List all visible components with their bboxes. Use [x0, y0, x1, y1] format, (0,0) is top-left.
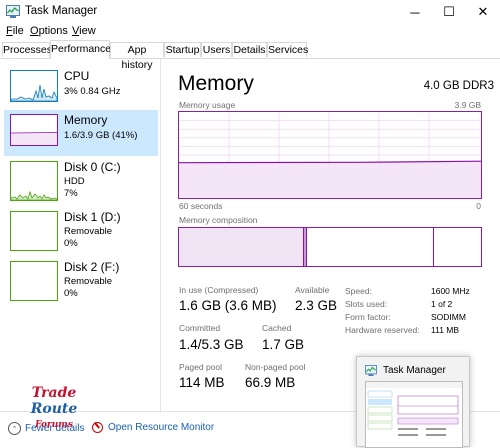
memory-thumbnail-graph	[10, 114, 58, 146]
composition-standby	[307, 228, 434, 266]
disk-2-usage: 0%	[64, 288, 78, 299]
tab-strip: Processes Performance App history Startu…	[0, 40, 500, 71]
disk-1-type: Removable	[64, 226, 113, 237]
disk-0-thumbnail-graph	[10, 161, 58, 201]
disk-0-usage: 7%	[64, 188, 78, 199]
tab-startup[interactable]: Startup	[164, 42, 201, 57]
sidebar-item-disk-2[interactable]: Disk 2 (F:) Removable 0%	[4, 257, 158, 303]
slots-used-value: 1 of 2	[431, 299, 453, 309]
memory-usage-graph	[178, 111, 482, 199]
paged-pool-label: Paged pool	[179, 362, 223, 372]
sidebar-item-label: Memory	[64, 113, 108, 127]
disk-2-type: Removable	[64, 276, 113, 287]
available-label: Available	[295, 285, 330, 295]
paged-pool-value: 114 MB	[179, 375, 225, 390]
non-paged-pool-value: 66.9 MB	[245, 375, 296, 390]
disk-1-usage: 0%	[64, 238, 78, 249]
composition-in-use	[179, 228, 304, 266]
tab-details[interactable]: Details	[232, 42, 267, 57]
menu-file[interactable]: File	[6, 25, 24, 37]
memory-usage-max: 3.9 GB	[454, 100, 481, 110]
menu-options[interactable]: Options	[30, 25, 68, 37]
memory-usage-label: Memory usage	[179, 100, 236, 110]
non-paged-pool-label: Non-paged pool	[245, 362, 306, 372]
sidebar-item-disk-1[interactable]: Disk 1 (D:) Removable 0%	[4, 207, 158, 253]
chevron-up-icon: ⌃	[8, 422, 21, 435]
cpu-thumbnail-graph	[10, 70, 58, 102]
graph-time-left: 60 seconds	[179, 201, 223, 211]
memory-usage-text: 1.6/3.9 GB (41%)	[64, 130, 138, 141]
memory-composition-label: Memory composition	[179, 215, 258, 225]
tab-processes[interactable]: Processes	[2, 42, 52, 57]
maximize-button[interactable]: ☐	[432, 0, 466, 24]
tab-users[interactable]: Users	[201, 42, 232, 57]
committed-label: Committed	[179, 323, 221, 333]
watermark-logo: Trade Route Forums	[24, 385, 84, 433]
in-use-value: 1.6 GB (3.6 MB)	[179, 298, 277, 313]
form-factor-value: SODIMM	[431, 312, 466, 322]
cached-label: Cached	[262, 323, 292, 333]
available-value: 2.3 GB	[295, 298, 338, 313]
sidebar-item-memory[interactable]: Memory 1.6/3.9 GB (41%)	[4, 110, 158, 156]
watermark-line-2: Route	[30, 401, 78, 417]
page-title: Memory	[178, 72, 254, 95]
sidebar-item-disk-0[interactable]: Disk 0 (C:) HDD 7%	[4, 157, 158, 203]
preview-title: Task Manager	[383, 365, 446, 376]
minimize-button[interactable]: ─	[398, 0, 432, 24]
cpu-usage-text: 3% 0.84 GHz	[64, 86, 121, 97]
tab-app-history[interactable]: App history	[110, 42, 164, 71]
watermark-line-1: Trade	[31, 385, 77, 401]
form-factor-label: Form factor:	[345, 312, 391, 322]
memory-composition-bar	[178, 227, 482, 267]
resource-monitor-label: Open Resource Monitor	[108, 422, 215, 433]
memory-spec: 4.0 GB DDR3	[423, 80, 494, 92]
window-title: Task Manager	[25, 5, 98, 17]
watermark-line-3: Forums	[35, 420, 73, 430]
sidebar-item-label: Disk 0 (C:)	[64, 160, 121, 174]
in-use-label: In use (Compressed)	[179, 285, 259, 295]
disk-1-thumbnail-graph	[10, 211, 58, 251]
speed-value: 1600 MHz	[431, 286, 470, 296]
menu-view[interactable]: View	[72, 25, 96, 37]
open-resource-monitor-link[interactable]: Open Resource Monitor	[92, 422, 214, 433]
title-bar: Task Manager ─ ☐ ✕	[0, 0, 500, 24]
cached-value: 1.7 GB	[262, 337, 305, 352]
sidebar-item-label: Disk 2 (F:)	[64, 260, 120, 274]
sidebar-item-label: CPU	[64, 69, 90, 83]
task-manager-icon	[365, 365, 377, 376]
composition-free	[434, 228, 481, 266]
disk-0-type: HDD	[64, 176, 85, 187]
hardware-reserved-value: 111 MB	[431, 325, 460, 335]
performance-sidebar: CPU 3% 0.84 GHz Memory 1.6/3.9 GB (41%) …	[0, 59, 161, 411]
menu-bar: File Options View	[0, 24, 500, 40]
hardware-reserved-label: Hardware reserved:	[345, 325, 420, 335]
graph-time-right: 0	[476, 201, 481, 211]
committed-value: 1.4/5.3 GB	[179, 337, 244, 352]
task-manager-icon	[6, 5, 20, 18]
resource-monitor-icon	[92, 422, 103, 433]
disk-2-thumbnail-graph	[10, 261, 58, 301]
memory-usage-area	[179, 161, 481, 198]
sidebar-item-label: Disk 1 (D:)	[64, 210, 121, 224]
close-button[interactable]: ✕	[466, 0, 500, 24]
slots-used-label: Slots used:	[345, 299, 388, 309]
tab-performance[interactable]: Performance	[50, 40, 111, 59]
tab-services[interactable]: Services	[267, 42, 308, 57]
sidebar-item-cpu[interactable]: CPU 3% 0.84 GHz	[4, 66, 158, 112]
preview-thumbnail	[365, 381, 463, 448]
speed-label: Speed:	[345, 286, 372, 296]
taskbar-preview[interactable]: Task Manager	[356, 356, 470, 448]
